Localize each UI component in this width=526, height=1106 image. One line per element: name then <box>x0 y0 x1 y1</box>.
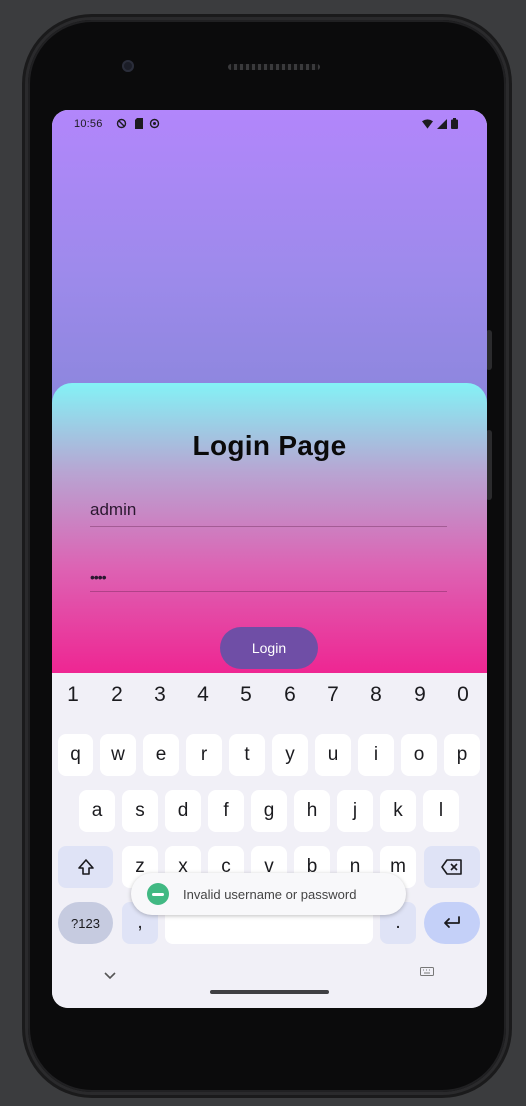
keyboard-switch-icon[interactable] <box>420 967 434 979</box>
key-1[interactable]: 1 <box>54 683 92 707</box>
key-h[interactable]: h <box>294 790 330 832</box>
key-q[interactable]: q <box>58 734 93 776</box>
enter-key[interactable] <box>424 902 480 944</box>
phone-screen: 10:56 Login Page admin •••• Login 1 2 3 … <box>52 110 487 1008</box>
signal-icon <box>436 118 447 129</box>
key-d[interactable]: d <box>165 790 201 832</box>
key-p[interactable]: p <box>444 734 480 776</box>
login-card: Login Page admin •••• Login <box>52 383 487 683</box>
number-row: 1 2 3 4 5 6 7 8 9 0 <box>52 683 487 713</box>
key-y[interactable]: y <box>272 734 308 776</box>
password-field[interactable]: •••• <box>90 551 447 592</box>
key-s[interactable]: s <box>122 790 158 832</box>
key-7[interactable]: 7 <box>314 683 352 707</box>
backspace-key[interactable] <box>424 846 480 888</box>
key-w[interactable]: w <box>100 734 136 776</box>
toast-text: Invalid username or password <box>183 886 357 902</box>
key-a[interactable]: a <box>79 790 115 832</box>
status-time: 10:56 <box>74 118 103 130</box>
key-o[interactable]: o <box>401 734 437 776</box>
backspace-icon <box>441 859 462 875</box>
key-4[interactable]: 4 <box>184 683 222 707</box>
key-l[interactable]: l <box>423 790 459 832</box>
sync-icon <box>116 118 127 129</box>
toast-message: Invalid username or password <box>131 873 406 915</box>
earpiece-speaker <box>228 64 320 70</box>
key-g[interactable]: g <box>251 790 287 832</box>
shift-icon <box>77 859 94 875</box>
hide-keyboard-icon[interactable] <box>104 967 116 983</box>
key-5[interactable]: 5 <box>227 683 265 707</box>
sd-card-icon <box>133 118 144 129</box>
key-r[interactable]: r <box>186 734 222 776</box>
gesture-nav-handle[interactable] <box>210 990 329 994</box>
enter-icon <box>444 916 460 928</box>
key-t[interactable]: t <box>229 734 265 776</box>
front-camera <box>122 60 134 72</box>
password-value: •••• <box>90 569 107 585</box>
username-value: admin <box>90 500 137 519</box>
key-3[interactable]: 3 <box>141 683 179 707</box>
key-u[interactable]: u <box>315 734 351 776</box>
shift-key[interactable] <box>58 846 113 888</box>
login-button[interactable]: Login <box>220 627 318 669</box>
key-e[interactable]: e <box>143 734 179 776</box>
key-k[interactable]: k <box>380 790 416 832</box>
page-title: Login Page <box>192 430 347 461</box>
username-field[interactable]: admin <box>90 486 447 527</box>
battery-icon <box>449 118 460 129</box>
app-icon <box>147 883 169 905</box>
key-j[interactable]: j <box>337 790 373 832</box>
soft-keyboard: 1 2 3 4 5 6 7 8 9 0 q w e r t y u i o p … <box>52 673 487 1008</box>
key-6[interactable]: 6 <box>271 683 309 707</box>
wifi-icon <box>422 118 433 129</box>
record-icon <box>149 118 160 129</box>
key-0[interactable]: 0 <box>444 683 482 707</box>
symbols-key[interactable]: ?123 <box>58 902 113 944</box>
key-9[interactable]: 9 <box>401 683 439 707</box>
app-background <box>52 110 487 410</box>
status-bar: 10:56 <box>52 110 487 138</box>
key-2[interactable]: 2 <box>98 683 136 707</box>
key-8[interactable]: 8 <box>357 683 395 707</box>
key-i[interactable]: i <box>358 734 394 776</box>
key-f[interactable]: f <box>208 790 244 832</box>
